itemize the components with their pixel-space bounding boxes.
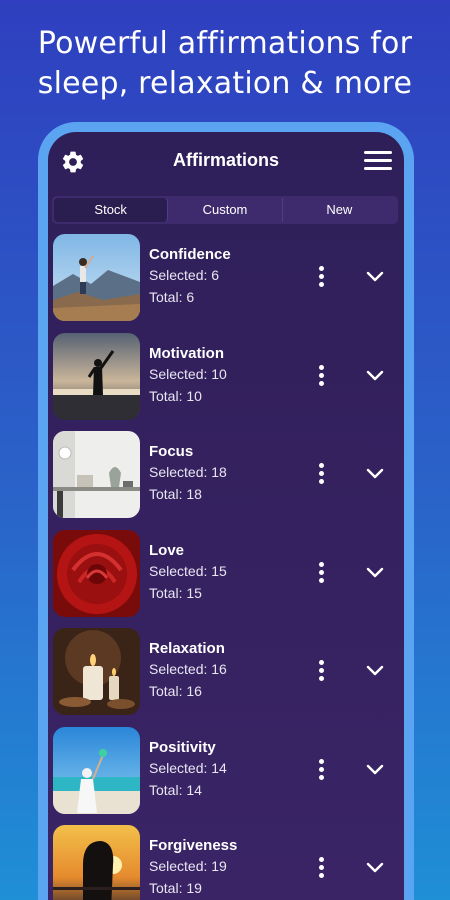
category-info: Positivity Selected: 14 Total: 14 <box>149 739 227 801</box>
hamburger-menu-icon[interactable] <box>364 151 392 171</box>
category-image-positivity <box>53 726 140 814</box>
chevron-down-icon[interactable] <box>366 270 384 284</box>
more-vertical-icon[interactable] <box>318 561 326 584</box>
category-row-positivity[interactable]: Positivity Selected: 14 Total: 14 <box>48 723 404 822</box>
promo-headline: Powerful affirmations for sleep, relaxat… <box>0 24 450 104</box>
category-name: Confidence <box>149 246 231 263</box>
more-vertical-icon[interactable] <box>318 660 326 682</box>
category-row-confidence[interactable]: Confidence Selected: 6 Total: 6 <box>48 230 404 329</box>
category-selected: Selected: 14 <box>149 759 227 776</box>
chevron-down-icon[interactable] <box>366 664 384 678</box>
category-name: Positivity <box>149 738 216 756</box>
app-screen: Affirmations Stock Custom New Confidence… <box>48 132 404 900</box>
category-selected: Selected: 10 <box>149 365 227 382</box>
category-info: Confidence Selected: 6 Total: 6 <box>149 246 231 308</box>
promo-line-2: sleep, relaxation & more <box>37 66 413 101</box>
category-selected: Selected: 18 <box>149 464 227 480</box>
tab-bar: Stock Custom New <box>52 196 398 224</box>
category-total: Total: 16 <box>149 683 202 699</box>
category-row-focus[interactable]: Focus Selected: 18 Total: 18 <box>48 427 404 526</box>
category-image-love <box>53 529 140 617</box>
category-image-focus <box>53 431 140 518</box>
tab-new[interactable]: New <box>283 198 396 222</box>
category-selected: Selected: 19 <box>149 858 227 874</box>
category-total: Total: 6 <box>149 289 195 305</box>
category-info: Focus Selected: 18 Total: 18 <box>149 443 227 505</box>
category-total: Total: 15 <box>149 584 202 601</box>
category-row-relaxation[interactable]: Relaxation Selected: 16 Total: 16 <box>48 624 404 723</box>
category-selected: Selected: 16 <box>149 661 227 677</box>
chevron-down-icon[interactable] <box>366 467 384 481</box>
tab-custom[interactable]: Custom <box>168 198 283 222</box>
category-total: Total: 19 <box>149 880 202 896</box>
category-row-motivation[interactable]: Motivation Selected: 10 Total: 10 <box>48 329 404 428</box>
category-info: Forgiveness Selected: 19 Total: 19 <box>149 837 237 899</box>
more-vertical-icon[interactable] <box>318 758 326 781</box>
category-image-motivation <box>53 332 140 420</box>
tab-stock[interactable]: Stock <box>54 198 169 222</box>
category-info: Love Selected: 15 Total: 15 <box>149 542 227 604</box>
more-vertical-icon[interactable] <box>318 857 326 879</box>
chevron-down-icon[interactable] <box>366 369 384 383</box>
category-name: Motivation <box>149 344 224 362</box>
category-name: Love <box>149 541 185 559</box>
chevron-down-icon[interactable] <box>366 861 384 875</box>
category-selected: Selected: 15 <box>149 562 227 579</box>
category-image-confidence <box>53 234 140 321</box>
category-list: Confidence Selected: 6 Total: 6 Motivati… <box>48 230 404 900</box>
more-vertical-icon[interactable] <box>318 266 326 288</box>
category-row-forgiveness[interactable]: Forgiveness Selected: 19 Total: 19 <box>48 821 404 900</box>
chevron-down-icon[interactable] <box>366 566 384 580</box>
category-name: Relaxation <box>149 640 225 657</box>
category-image-relaxation <box>53 628 140 715</box>
chevron-down-icon[interactable] <box>366 763 384 777</box>
category-info: Motivation Selected: 10 Total: 10 <box>149 345 227 407</box>
category-name: Forgiveness <box>149 837 238 854</box>
more-vertical-icon[interactable] <box>318 364 326 387</box>
more-vertical-icon[interactable] <box>318 463 326 485</box>
category-total: Total: 18 <box>149 486 202 502</box>
category-row-love[interactable]: Love Selected: 15 Total: 15 <box>48 526 404 625</box>
page-title: Affirmations <box>172 150 279 170</box>
category-total: Total: 10 <box>149 387 202 404</box>
category-image-forgiveness <box>53 825 140 900</box>
phone-frame: Affirmations Stock Custom New Confidence… <box>38 122 414 900</box>
category-name: Focus <box>149 443 194 460</box>
app-bar: Affirmations <box>48 132 404 190</box>
promo-line-1: Powerful affirmations for <box>37 26 413 61</box>
category-total: Total: 14 <box>149 781 202 798</box>
category-info: Relaxation Selected: 16 Total: 16 <box>149 640 227 702</box>
category-selected: Selected: 6 <box>149 267 220 283</box>
